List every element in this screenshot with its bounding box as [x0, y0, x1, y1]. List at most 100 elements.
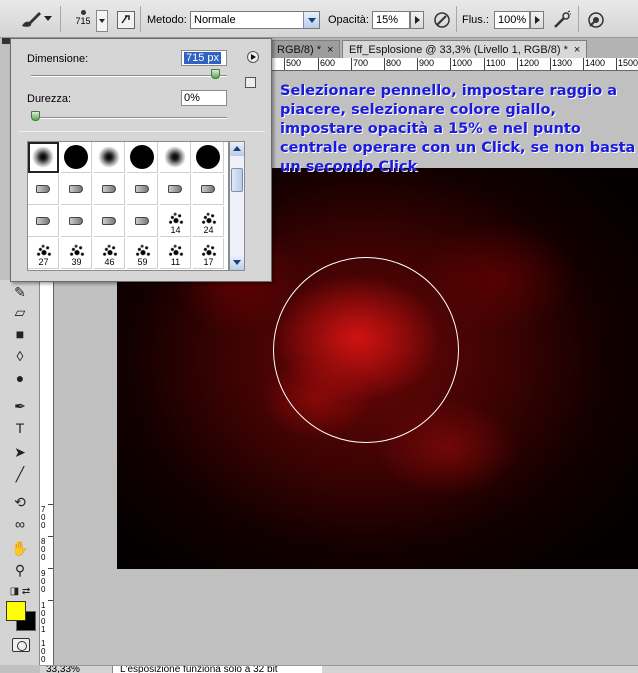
brush-preset-item[interactable]: 14 — [160, 206, 191, 237]
ruler-digit: 7 — [41, 505, 46, 514]
chevron-down-icon[interactable] — [303, 12, 319, 28]
hardness-slider[interactable] — [31, 111, 227, 121]
ruler-digit: 0 — [41, 553, 46, 562]
history-brush-icon[interactable]: ✎ — [8, 282, 32, 302]
document-tab[interactable]: RGB/8) * × — [270, 40, 341, 58]
horizontal-ruler[interactable]: 500 600 700 800 900 1000 1100 1200 1300 … — [270, 58, 638, 71]
brush-preset-item[interactable] — [61, 206, 92, 237]
pen-icon[interactable]: ✒ — [8, 396, 32, 416]
brush-preset-item[interactable] — [160, 142, 191, 173]
brush-preset-picker: Dimensione: 715 px Durezza: 0% 14 24 27 39 4… — [10, 38, 272, 282]
brush-preset-item[interactable]: 27 — [28, 238, 59, 269]
type-icon[interactable]: T — [8, 418, 32, 438]
brush-preset-item[interactable] — [193, 142, 224, 173]
brush-preset-item[interactable]: 17 — [193, 238, 224, 269]
separator — [140, 6, 141, 32]
brush-preset-item[interactable] — [94, 174, 125, 205]
brush-tool-icon[interactable] — [20, 10, 42, 28]
dodge-icon[interactable]: ● — [8, 368, 32, 388]
brush-soft-icon — [32, 146, 54, 168]
blur-icon[interactable]: ◊ — [8, 346, 32, 366]
ruler-digit: 9 — [41, 569, 46, 578]
scroll-thumb[interactable] — [231, 168, 243, 192]
flow-label: Flus.: — [462, 14, 489, 26]
ruler-label: 700 — [353, 58, 369, 68]
brush-preset-size: 11 — [170, 257, 181, 267]
mode-select[interactable]: Normale — [190, 11, 320, 29]
opacity-slider-button[interactable] — [410, 11, 424, 29]
flow-input[interactable]: 100% — [494, 11, 530, 29]
document-tab-active[interactable]: Eff_Esplosione @ 33,3% (Livello 1, RGB/8… — [342, 40, 588, 58]
hardness-slider-thumb[interactable] — [31, 111, 40, 121]
opacity-input[interactable]: 15% — [372, 11, 410, 29]
zoom-icon[interactable]: ⚲ — [8, 560, 32, 580]
hand-icon[interactable]: ✋ — [8, 538, 32, 558]
brush-preset-item[interactable] — [193, 174, 224, 205]
vertical-ruler[interactable]: 7 0 0 8 0 0 9 0 0 1 0 0 1 1 0 0 — [40, 280, 54, 665]
brush-preset-item[interactable] — [127, 206, 158, 237]
eraser-icon[interactable]: ▱ — [8, 302, 32, 322]
close-icon[interactable]: × — [327, 44, 333, 56]
foreground-color-swatch[interactable] — [6, 601, 26, 621]
brush-preset-item[interactable]: 39 — [61, 238, 92, 269]
brush-panel-toggle-button[interactable] — [117, 11, 135, 29]
path-selection-icon[interactable]: ➤ — [8, 442, 32, 462]
brush-preset-item[interactable] — [160, 174, 191, 205]
brush-dot-icon — [80, 10, 86, 15]
tool-preset-dropdown-icon[interactable] — [44, 16, 52, 21]
brush-preset-item[interactable]: 24 — [193, 206, 224, 237]
brush-preset-item[interactable] — [127, 174, 158, 205]
size-slider-thumb[interactable] — [210, 69, 220, 79]
brush-hard-icon — [64, 145, 88, 169]
default-colors-icon[interactable]: ◨ ⇄ — [8, 582, 32, 602]
ruler-label: 800 — [386, 58, 402, 68]
brush-hard-icon — [130, 145, 154, 169]
brush-preset-item[interactable] — [61, 142, 92, 173]
zoom-level[interactable]: 33,33% — [46, 666, 80, 673]
preset-scrollbar[interactable] — [229, 141, 245, 271]
new-preset-button[interactable] — [245, 77, 256, 88]
flow-value: 100% — [498, 14, 527, 26]
panel-grip[interactable] — [2, 38, 10, 44]
size-slider[interactable] — [31, 69, 227, 79]
brush-picker-dropdown-button[interactable] — [96, 10, 108, 32]
ruler-digit: 0 — [41, 609, 46, 618]
brush-preset-item[interactable]: 59 — [127, 238, 158, 269]
separator — [456, 6, 457, 32]
brush-preset-size: 59 — [137, 257, 148, 267]
ruler-label: 500 — [286, 58, 302, 68]
brush-preset-item[interactable]: 46 — [94, 238, 125, 269]
3d-rotate-icon[interactable]: ⟲ — [8, 492, 32, 512]
scroll-down-icon[interactable] — [230, 256, 244, 270]
hardness-input[interactable]: 0% — [181, 90, 227, 106]
ruler-tick — [48, 504, 53, 505]
brush-preset-item[interactable] — [94, 142, 125, 173]
brush-preset-item[interactable] — [28, 206, 59, 237]
brush-preset-item[interactable] — [28, 142, 59, 173]
pressure-size-icon[interactable] — [586, 10, 606, 30]
scroll-up-icon[interactable] — [230, 142, 244, 156]
ruler-label: 600 — [320, 58, 336, 68]
picker-menu-button[interactable] — [247, 51, 259, 63]
brush-preset-item[interactable] — [127, 142, 158, 173]
quick-mask-button[interactable] — [12, 638, 30, 652]
flow-slider-button[interactable] — [530, 11, 544, 29]
pressure-opacity-icon[interactable] — [432, 10, 452, 30]
gradient-icon[interactable]: ■ — [8, 324, 32, 344]
options-bar: 715 Metodo: Normale Opacità: 15% Flus.: … — [0, 0, 638, 38]
brush-preset-item[interactable] — [28, 174, 59, 205]
ruler-label: 1300 — [552, 58, 573, 68]
airbrush-icon[interactable] — [552, 10, 572, 30]
hardness-value: 0% — [184, 92, 200, 104]
brush-preset-item[interactable] — [61, 174, 92, 205]
3d-orbit-icon[interactable]: ∞ — [8, 514, 32, 534]
size-input[interactable]: 715 px — [181, 50, 227, 66]
brush-preset-preview[interactable]: 715 — [72, 8, 94, 34]
ruler-digit: 8 — [41, 537, 46, 546]
brush-preset-item[interactable] — [94, 206, 125, 237]
close-icon[interactable]: × — [574, 44, 580, 56]
opacity-label: Opacità: — [328, 14, 369, 26]
line-icon[interactable]: ╱ — [8, 464, 32, 484]
brush-preset-item[interactable]: 11 — [160, 238, 191, 269]
separator — [60, 6, 61, 32]
